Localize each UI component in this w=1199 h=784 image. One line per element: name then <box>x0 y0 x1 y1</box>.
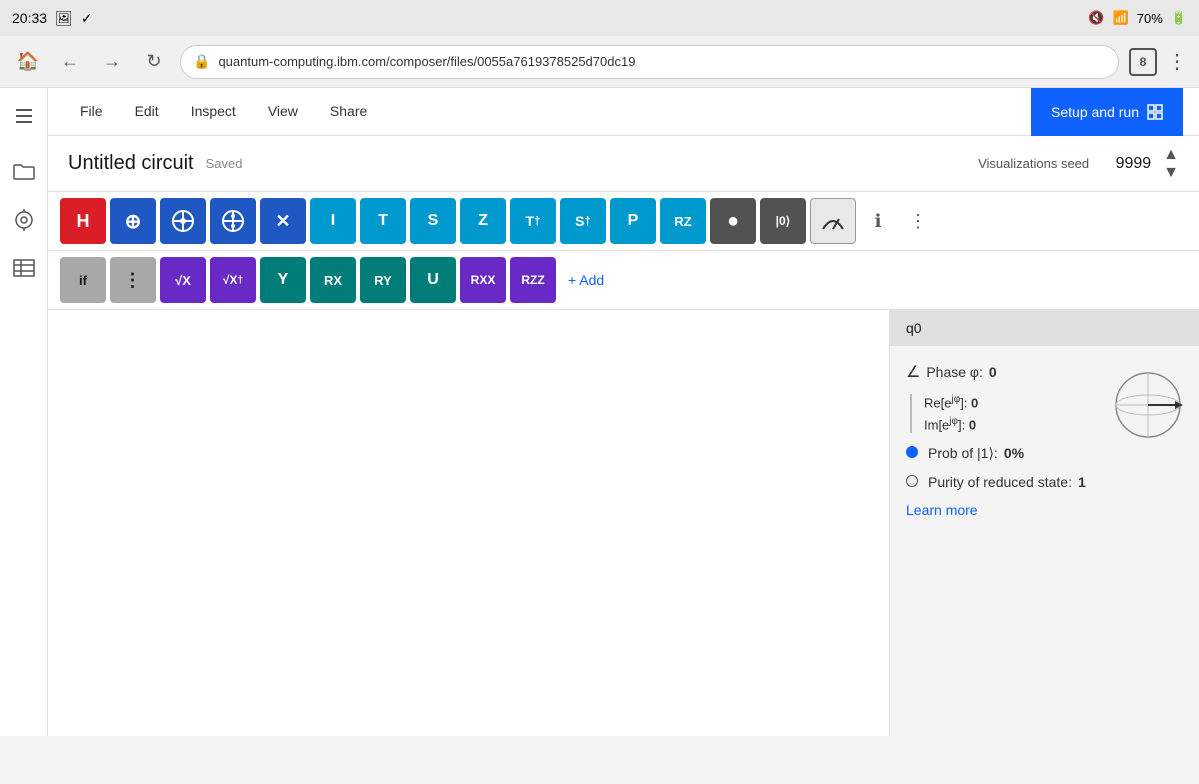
setup-run-button[interactable]: Setup and run <box>1031 88 1183 136</box>
gate-toolbar-row2: if ⋮ √X √X† Y RX RY U RXX RZZ + Add <box>48 251 1199 310</box>
purity-row: Purity of reduced state: 1 <box>906 474 1183 490</box>
tab-count[interactable]: 8 <box>1129 48 1157 76</box>
gate-iswap[interactable] <box>160 198 206 244</box>
info-panel-header: q0 <box>890 310 1199 346</box>
url-text: quantum-computing.ibm.com/composer/files… <box>218 54 635 69</box>
menu-view[interactable]: View <box>252 88 314 136</box>
menu-share[interactable]: Share <box>314 88 383 136</box>
home-button[interactable]: 🏠 <box>12 46 44 78</box>
gate-I[interactable]: I <box>310 198 356 244</box>
circuit-canvas-area: q 0 c1 H H + q0 <box>48 310 1199 736</box>
menu-file[interactable]: File <box>64 88 119 136</box>
gate-reset[interactable]: ● <box>710 198 756 244</box>
reload-button[interactable]: ↻ <box>138 46 170 78</box>
gate-toolbar-row1: H ⊕ <box>48 192 1199 251</box>
gate-controlled-Y[interactable] <box>210 198 256 244</box>
browser-chrome: 🏠 ← → ↻ 🔒 quantum-computing.ibm.com/comp… <box>0 36 1199 88</box>
notification-icon: 🖼 <box>55 10 73 27</box>
gate-sqrtX[interactable]: √X <box>160 257 206 303</box>
seed-stepper[interactable]: ▲ ▼ <box>1163 146 1179 182</box>
gate-RY[interactable]: RY <box>360 257 406 303</box>
sidebar <box>0 88 48 736</box>
bloch-sphere <box>1113 370 1183 440</box>
gate-P[interactable]: P <box>610 198 656 244</box>
gate-RZ[interactable]: RZ <box>660 198 706 244</box>
gate-T[interactable]: T <box>360 198 406 244</box>
gate-Sdg[interactable]: S† <box>560 198 606 244</box>
gate-X-controlled[interactable]: ⊕ <box>110 198 156 244</box>
circuit-title: Untitled circuit <box>68 152 194 175</box>
gate-U[interactable]: U <box>410 257 456 303</box>
status-bar: 20:33 🖼 ✓ 🔇 📶 70% 🔋 <box>0 0 1199 36</box>
gate-barrier[interactable]: ⋮ <box>110 257 156 303</box>
circuit-title-bar: Untitled circuit Saved Visualizations se… <box>48 136 1199 192</box>
gate-Z[interactable]: Z <box>460 198 506 244</box>
time-display: 20:33 <box>12 10 47 26</box>
vis-seed-value[interactable]: 9999 <box>1101 155 1151 173</box>
sidebar-icon-circuit[interactable] <box>4 200 44 240</box>
learn-more-link[interactable]: Learn more <box>906 502 1183 518</box>
battery-display: 70% <box>1137 11 1163 26</box>
gate-sqrtXdg[interactable]: √X† <box>210 257 256 303</box>
saved-badge: Saved <box>206 156 243 171</box>
forward-button[interactable]: → <box>96 46 128 78</box>
gate-more-button[interactable]: ⋮ <box>900 203 936 239</box>
content-area: File Edit Inspect View Share Setup and r… <box>48 88 1199 736</box>
address-bar[interactable]: 🔒 quantum-computing.ibm.com/composer/fil… <box>180 45 1119 79</box>
add-gate-button[interactable]: + Add <box>560 272 612 288</box>
gate-H[interactable]: H <box>60 198 106 244</box>
mute-icon: 🔇 <box>1088 10 1104 26</box>
purity-label: Purity of reduced state: <box>928 474 1072 490</box>
gate-S[interactable]: S <box>410 198 456 244</box>
gate-measure[interactable] <box>810 198 856 244</box>
vis-seed-label: Visualizations seed <box>978 156 1089 171</box>
wifi-icon: 📶 <box>1113 10 1129 26</box>
purity-indicator <box>906 475 918 487</box>
menu-edit[interactable]: Edit <box>119 88 175 136</box>
info-panel: q0 ∠ Phase φ: 0 Re[ejφ]: 0 <box>889 310 1199 736</box>
gate-RX[interactable]: RX <box>310 257 356 303</box>
main-layout: File Edit Inspect View Share Setup and r… <box>0 88 1199 736</box>
gate-info-button[interactable]: ℹ <box>860 203 896 239</box>
back-button[interactable]: ← <box>54 46 86 78</box>
gate-if[interactable]: if <box>60 257 106 303</box>
gate-Y[interactable]: Y <box>260 257 306 303</box>
menu-items: File Edit Inspect View Share <box>64 88 1031 136</box>
battery-icon: 🔋 <box>1171 10 1187 26</box>
gate-RZZ[interactable]: RZZ <box>510 257 556 303</box>
circuit-canvas[interactable]: q 0 c1 H H + <box>48 310 889 736</box>
lock-icon: 🔒 <box>193 53 210 70</box>
checkmark-icon: ✓ <box>81 10 93 27</box>
purity-value: 1 <box>1078 474 1086 490</box>
sidebar-icon-folder[interactable] <box>4 152 44 192</box>
gate-init0[interactable]: |0⟩ <box>760 198 806 244</box>
sidebar-icon-menu[interactable] <box>4 96 44 136</box>
gate-Tdg[interactable]: T† <box>510 198 556 244</box>
menu-inspect[interactable]: Inspect <box>175 88 252 136</box>
gate-RXX[interactable]: RXX <box>460 257 506 303</box>
browser-more-button[interactable]: ⋮ <box>1167 49 1187 74</box>
menu-bar: File Edit Inspect View Share Setup and r… <box>48 88 1199 136</box>
gate-SWAP[interactable]: ✕ <box>260 198 306 244</box>
sidebar-icon-table[interactable] <box>4 248 44 288</box>
